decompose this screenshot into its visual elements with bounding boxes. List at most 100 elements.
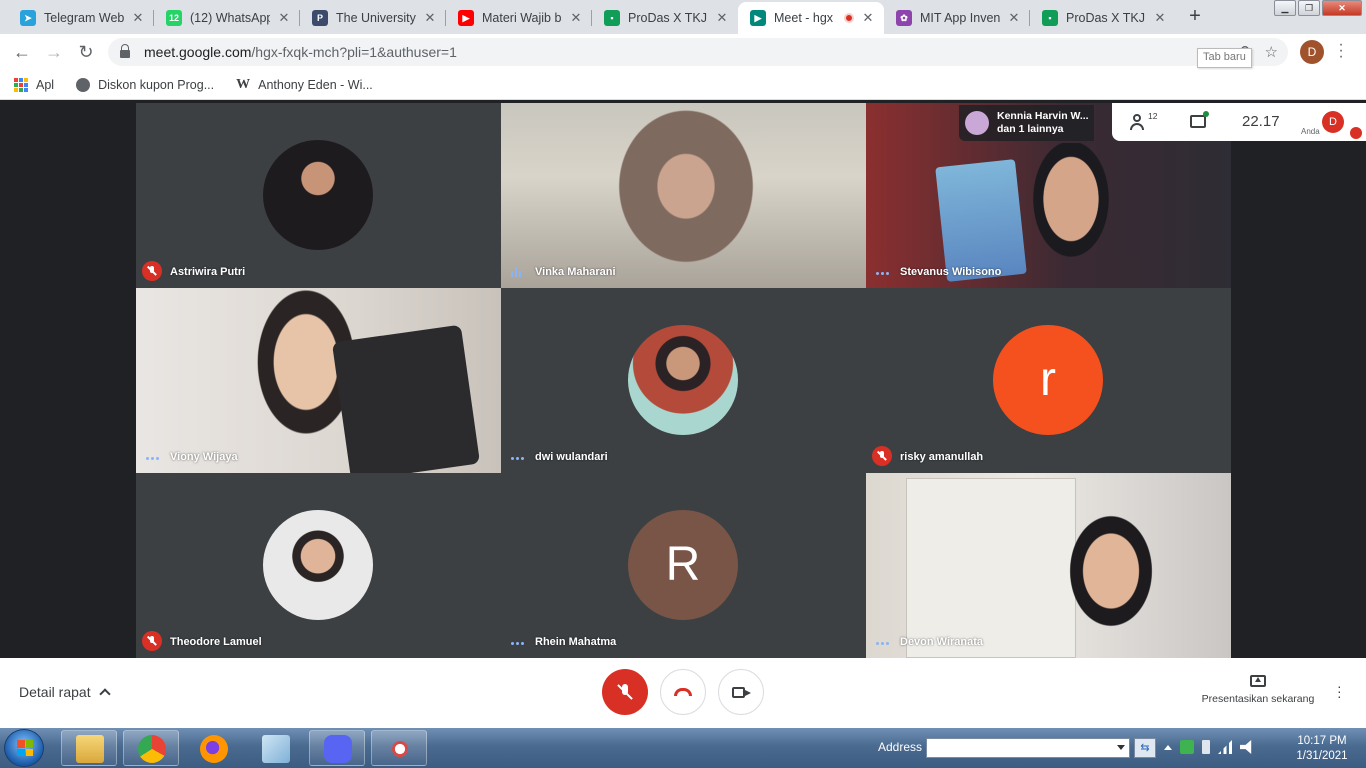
address-toolbar-input[interactable] [926, 738, 1130, 758]
tab-app-inventor[interactable]: ✿ MIT App Invent ✕ [884, 2, 1030, 34]
tab-title: Meet - hgx [774, 11, 834, 25]
tab-title: ProDas X TKJ 1 [1066, 11, 1146, 25]
participant-tile[interactable]: R Rhein Mahatma [501, 473, 866, 658]
present-now-button[interactable]: Presentasikan sekarang [1196, 675, 1320, 705]
network-icon[interactable] [1218, 740, 1232, 754]
chat-icon[interactable] [1190, 111, 1209, 128]
participant-video-tile[interactable]: Devon Wiranata [866, 473, 1231, 658]
participants-button[interactable]: 12 [1130, 111, 1158, 133]
participant-avatar [628, 325, 738, 435]
whatsapp-icon: 12 [166, 10, 182, 26]
close-tab-icon[interactable]: ✕ [1152, 10, 1168, 26]
participant-name: Devon Wiranata [900, 636, 984, 648]
speaker-name: Kennia Harvin W... [997, 110, 1089, 122]
tray-app-icon[interactable] [1180, 740, 1194, 754]
clock-date: 1/31/2021 [1296, 750, 1348, 762]
profile-avatar[interactable]: D [1300, 40, 1324, 64]
camera-toggle-button[interactable] [718, 669, 764, 715]
reload-button[interactable]: ↻ [74, 40, 98, 64]
more-dots-icon [876, 272, 889, 275]
participant-name: Viony Wijaya [170, 451, 238, 463]
self-label: Anda [1301, 127, 1320, 136]
tab-classroom[interactable]: ▪ ProDas X TKJ 1 ✕ [592, 2, 738, 34]
meet-icon: ▶ [750, 10, 766, 26]
taskbar-discord[interactable] [309, 730, 365, 766]
tab-telegram[interactable]: ➤ Telegram Web ✕ [8, 2, 154, 34]
hangup-icon [674, 688, 692, 696]
taskbar-clock[interactable]: 10:17 PM 1/31/2021 [1284, 734, 1360, 764]
new-tab-button[interactable]: + [1183, 4, 1207, 28]
tab-title: (12) WhatsApp [190, 11, 270, 25]
close-tab-icon[interactable]: ✕ [422, 10, 438, 26]
close-tab-icon[interactable]: ✕ [714, 10, 730, 26]
participant-tile[interactable]: Theodore Lamuel [136, 473, 501, 658]
bookmark-star-icon[interactable]: ☆ [1265, 43, 1278, 61]
university-icon: P [312, 10, 328, 26]
tab-classroom-2[interactable]: ▪ ProDas X TKJ 1 ✕ [1030, 2, 1176, 34]
clock-time: 10:17 PM [1297, 735, 1347, 747]
volume-icon[interactable] [1240, 740, 1252, 754]
participant-avatar [263, 140, 373, 250]
self-avatar[interactable]: D [1322, 111, 1344, 133]
more-options-icon[interactable]: · · · [1337, 679, 1342, 703]
minimize-button[interactable]: ▁ [1274, 0, 1296, 16]
participant-video-tile[interactable]: Vinka Maharani [501, 103, 866, 288]
mic-off-icon [617, 683, 633, 701]
tab-whatsapp[interactable]: 12 (12) WhatsApp ✕ [154, 2, 300, 34]
participant-tile[interactable]: dwi wulandari [501, 288, 866, 473]
participants-count: 12 [1148, 111, 1158, 121]
meeting-details-button[interactable]: Detail rapat [19, 684, 111, 700]
restore-button[interactable]: ❐ [1298, 0, 1320, 16]
participant-video-tile[interactable]: Viony Wijaya [136, 288, 501, 473]
close-tab-icon[interactable]: ✕ [860, 10, 876, 26]
discord-icon [324, 735, 352, 763]
forward-button[interactable]: → [42, 40, 66, 64]
tab-title: Materi Wajib bag [482, 11, 562, 25]
close-tab-icon[interactable]: ✕ [568, 10, 584, 26]
close-tab-icon[interactable]: ✕ [1006, 10, 1022, 26]
show-hidden-icons-icon[interactable] [1164, 744, 1172, 750]
address-bar[interactable]: meet.google.com/hgx-fxqk-mch?pli=1&authu… [108, 38, 1288, 66]
tab-youtube[interactable]: ▶ Materi Wajib bag ✕ [446, 2, 592, 34]
meet-control-bar: Detail rapat Presentasikan sekarang · · · [0, 658, 1366, 728]
tab-university[interactable]: P The University of ✕ [300, 2, 446, 34]
globe-icon [76, 77, 91, 92]
tab-meet[interactable]: ▶ Meet - hgx ✕ [738, 2, 884, 34]
present-label: Presentasikan sekarang [1201, 693, 1315, 705]
taskbar-chrome[interactable] [123, 730, 179, 766]
participant-name: Astriwira Putri [170, 266, 246, 278]
close-tab-icon[interactable]: ✕ [130, 10, 146, 26]
video-feed-person [1016, 143, 1126, 283]
system-tray [1164, 740, 1254, 754]
participant-tile[interactable]: Astriwira Putri [136, 103, 501, 288]
taskbar: Address ⇆ 10:17 PM 1/31/2021 [0, 728, 1366, 768]
bookmark-diskon[interactable]: Diskon kupon Prog... [76, 77, 214, 92]
bookmarks-bar: Apl Diskon kupon Prog... W Anthony Eden … [0, 70, 1366, 100]
back-button[interactable]: ← [10, 40, 34, 64]
muted-mic-icon [142, 261, 162, 281]
taskbar-firefox[interactable] [185, 730, 241, 766]
more-dots-icon [876, 642, 889, 645]
battery-icon[interactable] [1202, 740, 1210, 754]
taskbar-explorer[interactable] [61, 730, 117, 766]
start-button[interactable] [4, 729, 44, 767]
video-feed [1046, 508, 1176, 658]
bookmark-wikipedia[interactable]: W Anthony Eden - Wi... [236, 77, 373, 93]
leave-call-button[interactable] [660, 669, 706, 715]
bookmark-apps[interactable]: Apl [14, 77, 54, 92]
taskbar-notepad[interactable] [247, 730, 303, 766]
taskbar-snipping-tool[interactable] [371, 730, 427, 766]
address-go-button[interactable]: ⇆ [1134, 738, 1156, 758]
microphone-toggle-button[interactable] [602, 669, 648, 715]
tab-title: ProDas X TKJ 1 [628, 11, 708, 25]
apps-grid-icon [14, 77, 28, 92]
browser-menu-icon[interactable]: · · · [1336, 37, 1346, 65]
classroom-icon: ▪ [1042, 10, 1058, 26]
close-tab-icon[interactable]: ✕ [276, 10, 292, 26]
close-window-button[interactable]: ✕ [1322, 0, 1362, 16]
participant-tile[interactable]: r risky amanullah [866, 288, 1231, 473]
participant-name: Stevanus Wibisono [900, 266, 1002, 278]
more-dots-icon [511, 642, 524, 645]
tab-title: Telegram Web [44, 11, 124, 25]
speaker-avatar [965, 111, 989, 135]
